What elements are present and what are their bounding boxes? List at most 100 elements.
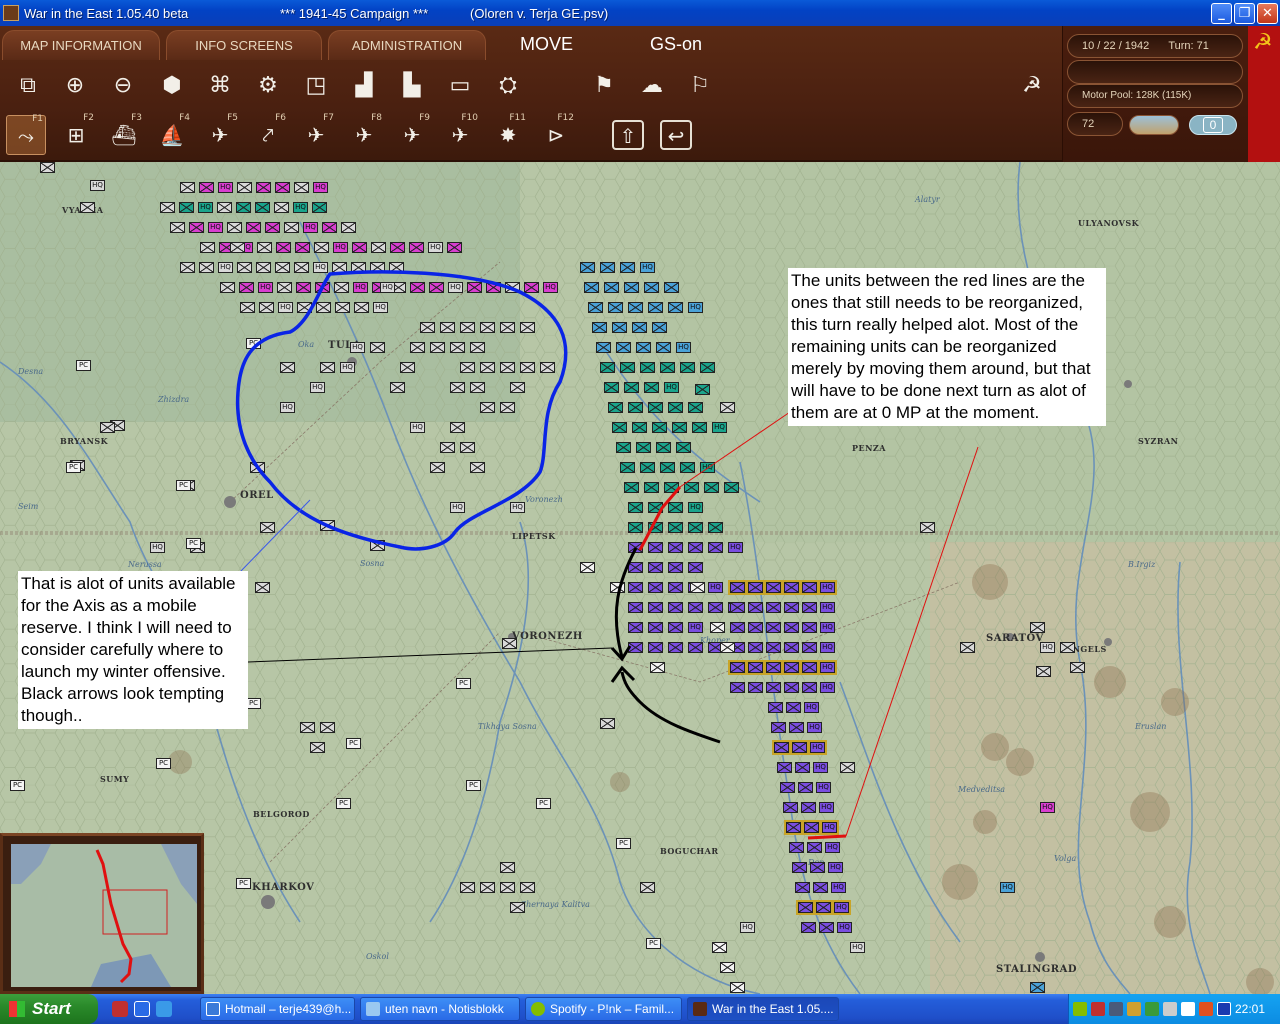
unit-counter[interactable]: [410, 342, 425, 353]
unit-counter[interactable]: [632, 322, 647, 333]
upload-icon[interactable]: ⇧: [612, 120, 644, 150]
unit-counter[interactable]: [688, 642, 703, 653]
unit-counter[interactable]: [652, 322, 667, 333]
unit-counter-hq[interactable]: HQ: [828, 862, 843, 873]
unit-counter[interactable]: [502, 638, 517, 649]
tray-icon-6[interactable]: [1163, 1002, 1177, 1016]
unit-counter-hq[interactable]: HQ: [676, 342, 691, 353]
unit-counter[interactable]: [239, 282, 254, 293]
tray-spotify-icon[interactable]: [1073, 1002, 1087, 1016]
unit-counter-hq[interactable]: HQ: [218, 262, 233, 273]
unit-counter[interactable]: [284, 222, 299, 233]
unit-counter[interactable]: [668, 622, 683, 633]
unit-counter-hq[interactable]: HQ: [1040, 802, 1055, 813]
unit-counter[interactable]: [660, 362, 675, 373]
gs-toggle[interactable]: GS-on: [650, 34, 702, 55]
unit-counter-hq[interactable]: HQ: [818, 660, 837, 675]
unit-counter-hq[interactable]: HQ: [818, 580, 837, 595]
unit-counter[interactable]: [802, 642, 817, 653]
unit-counter-hq[interactable]: HQ: [218, 182, 233, 193]
unit-counter[interactable]: [371, 242, 386, 253]
unit-counter[interactable]: [720, 962, 735, 973]
unit-counter[interactable]: [296, 282, 311, 293]
unit-counter-hq[interactable]: HQ: [340, 362, 355, 373]
unit-counter[interactable]: [370, 262, 385, 273]
unit-counter[interactable]: [644, 482, 659, 493]
hex-icon[interactable]: ⬢: [152, 67, 192, 105]
unit-counter[interactable]: [600, 262, 615, 273]
unit-counter[interactable]: [784, 602, 799, 613]
unit-counter-hq[interactable]: HQ: [448, 282, 463, 293]
unit-counter[interactable]: [768, 702, 783, 713]
unit-counter-hq[interactable]: HQ: [820, 642, 835, 653]
factory-icon[interactable]: ▙: [392, 67, 432, 105]
unit-counter[interactable]: [810, 862, 825, 873]
unit-counter[interactable]: [746, 580, 765, 595]
unit-counter-hq[interactable]: HQ: [688, 502, 703, 513]
unit-counter[interactable]: [789, 722, 804, 733]
unit-counter-hq[interactable]: HQ: [428, 242, 443, 253]
unit-counter[interactable]: [668, 402, 683, 413]
unit-counter[interactable]: [390, 382, 405, 393]
unit-counter[interactable]: [746, 660, 765, 675]
unit-counter-hq[interactable]: HQ: [90, 180, 105, 191]
partisan-marker[interactable]: PC: [336, 798, 351, 809]
unit-counter[interactable]: [524, 282, 539, 293]
unit-counter-hq[interactable]: HQ: [708, 582, 723, 593]
unit-counter[interactable]: [310, 742, 325, 753]
unit-counter-hq[interactable]: HQ: [410, 422, 425, 433]
unit-counter[interactable]: [486, 282, 501, 293]
unit-counter[interactable]: [430, 462, 445, 473]
unit-counter-hq[interactable]: HQ: [820, 602, 835, 613]
unit-counter[interactable]: [730, 602, 745, 613]
unit-counter[interactable]: [316, 302, 331, 313]
unit-counter[interactable]: [280, 362, 295, 373]
unit-counter-hq[interactable]: HQ: [807, 722, 822, 733]
partisan-marker[interactable]: PC: [76, 360, 91, 371]
unit-counter-hq[interactable]: HQ: [1000, 882, 1015, 893]
unit-counter[interactable]: [257, 242, 272, 253]
unit-counter[interactable]: [795, 882, 810, 893]
unit-counter[interactable]: [1036, 666, 1051, 677]
unit-counter[interactable]: [766, 622, 781, 633]
unit-counter[interactable]: [652, 422, 667, 433]
unit-counter[interactable]: [440, 322, 455, 333]
unit-counter[interactable]: [813, 882, 828, 893]
unit-counter[interactable]: [784, 622, 799, 633]
unit-counter[interactable]: [684, 482, 699, 493]
unit-counter[interactable]: [648, 582, 663, 593]
unit-counter-hq[interactable]: HQ: [820, 682, 835, 693]
unit-counter[interactable]: [668, 302, 683, 313]
unit-counter[interactable]: [730, 622, 745, 633]
unit-counter[interactable]: [510, 382, 525, 393]
unit-counter[interactable]: [600, 718, 615, 729]
unit-counter[interactable]: [227, 222, 242, 233]
unit-counter[interactable]: [796, 900, 815, 915]
unit-counter[interactable]: [335, 302, 350, 313]
unit-counter[interactable]: [460, 322, 475, 333]
unit-counter[interactable]: [628, 502, 643, 513]
unit-counter[interactable]: [620, 362, 635, 373]
unit-counter[interactable]: [807, 842, 822, 853]
unit-counter[interactable]: [780, 782, 795, 793]
unit-counter[interactable]: [1030, 982, 1045, 993]
unit-counter[interactable]: [199, 182, 214, 193]
unit-counter[interactable]: [656, 442, 671, 453]
unit-counter[interactable]: [784, 642, 799, 653]
unit-counter[interactable]: [255, 202, 270, 213]
unit-counter[interactable]: [500, 862, 515, 873]
partisan-marker[interactable]: PC: [66, 462, 81, 473]
partisan-marker[interactable]: PC: [156, 758, 171, 769]
internet-explorer-icon[interactable]: [134, 1001, 150, 1017]
unit-stack-icon[interactable]: ◳: [296, 67, 336, 105]
unit-counter[interactable]: [500, 402, 515, 413]
unit-counter[interactable]: [789, 842, 804, 853]
partisan-marker[interactable]: PC: [646, 938, 661, 949]
unit-counter[interactable]: [708, 542, 723, 553]
unit-counter[interactable]: [260, 522, 275, 533]
unit-counter-hq[interactable]: HQ: [808, 740, 827, 755]
unit-counter[interactable]: [644, 282, 659, 293]
naval-mode-icon[interactable]: ⛴ F3: [104, 113, 144, 155]
unit-counter-hq[interactable]: HQ: [380, 282, 395, 293]
unit-counter[interactable]: [608, 402, 623, 413]
